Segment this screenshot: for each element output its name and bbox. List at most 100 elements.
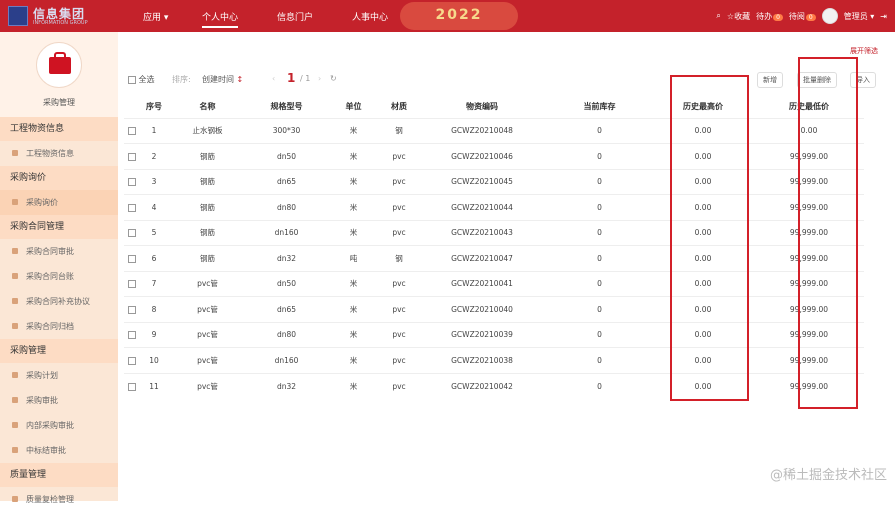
table-row[interactable]: 8 pvc管 dn65 米 pvc GCWZ20210040 0 0.00 99,999.00: [124, 296, 864, 322]
table-row[interactable]: 3 钢筋 dn65 米 pvc GCWZ20210045 0 0.00 99,999.00: [124, 168, 864, 195]
sidebar-item[interactable]: 采购合同审批: [0, 239, 118, 264]
table-cell: 钢筋: [168, 219, 247, 246]
nav-info-portal[interactable]: 信息门户: [277, 10, 313, 23]
table-cell: dn65: [247, 168, 326, 195]
sidebar-group[interactable]: 质量管理: [0, 463, 118, 487]
table-cell: 0: [547, 219, 652, 246]
nav-hr-center[interactable]: 人事中心: [352, 10, 388, 23]
table-cell: 9: [140, 321, 168, 348]
new-year-banner: 2022: [400, 2, 518, 30]
column-header[interactable]: 物资编码: [417, 96, 547, 118]
table-cell: pvc: [381, 194, 417, 220]
row-checkbox[interactable]: [124, 270, 140, 297]
table-cell: pvc: [381, 321, 417, 348]
row-checkbox[interactable]: [124, 219, 140, 246]
sidebar-group[interactable]: 采购管理: [0, 339, 118, 363]
table-cell: 米: [326, 194, 381, 220]
row-checkbox[interactable]: [124, 143, 140, 169]
column-header[interactable]: 当前库存: [547, 96, 652, 118]
table-cell: 0: [547, 321, 652, 348]
table-cell: 钢筋: [168, 168, 247, 195]
table-cell: pvc: [381, 143, 417, 169]
sidebar-item[interactable]: 采购合同补充协议: [0, 289, 118, 314]
row-checkbox[interactable]: [124, 296, 140, 322]
row-checkbox[interactable]: [124, 347, 140, 373]
sidebar-item[interactable]: 中标结审批: [0, 438, 118, 463]
table-cell: GCWZ20210040: [417, 296, 547, 322]
sidebar-group[interactable]: 采购询价: [0, 166, 118, 190]
table-cell: 0: [547, 296, 652, 322]
sidebar-item[interactable]: 内部采购审批: [0, 413, 118, 438]
sidebar-item[interactable]: 采购合同归档: [0, 314, 118, 339]
table-row[interactable]: 2 钢筋 dn50 米 pvc GCWZ20210046 0 0.00 99,999.00: [124, 143, 864, 169]
table-row[interactable]: 11 pvc管 dn32 米 pvc GCWZ20210042 0 0.00 99,999.00: [124, 372, 864, 399]
column-header[interactable]: 单位: [326, 96, 381, 118]
refresh-icon[interactable]: ↻: [330, 74, 337, 83]
menu-item-icon: [12, 372, 18, 378]
menu-item-icon: [12, 496, 18, 502]
table-cell: 米: [326, 372, 381, 399]
table-row[interactable]: 4 钢筋 dn80 米 pvc GCWZ20210044 0 0.00 99,999.00: [124, 194, 864, 220]
row-checkbox[interactable]: [124, 245, 140, 271]
sort-arrow-icon: ↕: [236, 75, 244, 84]
table-row[interactable]: 10 pvc管 dn160 米 pvc GCWZ20210038 0 0.00 99,999.0…: [124, 347, 864, 373]
row-checkbox[interactable]: [124, 168, 140, 195]
table-cell: GCWZ20210044: [417, 194, 547, 220]
sidebar-item[interactable]: 采购询价: [0, 190, 118, 215]
row-checkbox[interactable]: [124, 194, 140, 220]
pending-button[interactable]: 待阅 0: [789, 11, 816, 22]
table-cell: 4: [140, 194, 168, 220]
select-all-checkbox[interactable]: 全选: [128, 74, 155, 85]
table-cell: 10: [140, 347, 168, 373]
table-row[interactable]: 7 pvc管 dn50 米 pvc GCWZ20210041 0 0.00 99,999.00: [124, 270, 864, 297]
search-icon[interactable]: ⌕: [716, 11, 720, 21]
row-checkbox[interactable]: [124, 321, 140, 348]
highlight-box-lowest-price: [798, 57, 858, 409]
avatar[interactable]: [821, 8, 838, 24]
table-cell: GCWZ20210041: [417, 270, 547, 297]
sidebar-group[interactable]: 工程物资信息: [0, 117, 118, 141]
logout-icon[interactable]: ⇥: [880, 12, 887, 21]
table-cell: 钢筋: [168, 194, 247, 220]
nav-apps[interactable]: 应用 ▾: [143, 10, 168, 23]
next-page-icon[interactable]: ›: [318, 74, 321, 83]
table-cell: 0: [547, 347, 652, 373]
table-row[interactable]: 6 钢筋 dn32 吨钢 GCWZ20210047 0 0.00 99,999.00: [124, 245, 864, 271]
row-checkbox[interactable]: [124, 117, 140, 144]
table-cell: 11: [140, 372, 168, 399]
table-cell: 米: [326, 143, 381, 169]
sidebar-header: 采购管理: [0, 32, 118, 117]
sort-select[interactable]: 创建时间 ↕: [202, 74, 243, 85]
sidebar-item[interactable]: 采购审批: [0, 388, 118, 413]
table-cell: 0: [547, 168, 652, 195]
expand-filter-link[interactable]: 展开筛选: [850, 46, 878, 56]
sidebar-item[interactable]: 质量复检管理: [0, 487, 118, 512]
todo-button[interactable]: 待办 0: [756, 11, 783, 22]
watermark: @稀土掘金技术社区: [769, 468, 887, 483]
table-cell: 0: [547, 245, 652, 271]
row-checkbox[interactable]: [124, 372, 140, 399]
materials-table: 序号 名称 规格型号 单位 材质 物资编码 当前库存 历史最高价 历史最低价 1…: [124, 96, 864, 399]
top-bar: 信息集团 INFORMATION GROUP 应用 ▾ 个人中心 信息门户 人事…: [0, 0, 895, 32]
table-row[interactable]: 5 钢筋 dn160 米 pvc GCWZ20210043 0 0.00 99,999.00: [124, 219, 864, 246]
current-page: 1: [287, 71, 296, 85]
column-header[interactable]: 规格型号: [247, 96, 326, 118]
prev-page-icon[interactable]: ‹: [272, 74, 275, 83]
table-row[interactable]: 1 止水钢板 300*30 米钢 GCWZ20210048 0 0.00 0.00: [124, 117, 864, 144]
sidebar-group[interactable]: 采购合同管理: [0, 215, 118, 239]
nav-personal-center[interactable]: 个人中心: [202, 10, 239, 28]
add-button[interactable]: 新增: [757, 72, 783, 88]
sidebar-item[interactable]: 采购合同台账: [0, 264, 118, 289]
favorites-button[interactable]: ☆收藏: [727, 11, 750, 22]
briefcase-icon: [36, 42, 82, 88]
table-cell: 米: [326, 321, 381, 348]
table-row[interactable]: 9 pvc管 dn80 米 pvc GCWZ20210039 0 0.00 99,999.00: [124, 321, 864, 348]
menu-item-icon: [12, 298, 18, 304]
pending-badge: 0: [805, 13, 816, 21]
column-header[interactable]: 名称: [168, 96, 247, 118]
sidebar-item[interactable]: 工程物资信息: [0, 141, 118, 166]
column-header[interactable]: 材质: [381, 96, 417, 118]
column-header[interactable]: 序号: [140, 96, 168, 118]
user-menu[interactable]: 管理员 ▾: [844, 11, 875, 22]
sidebar-item[interactable]: 采购计划: [0, 363, 118, 388]
